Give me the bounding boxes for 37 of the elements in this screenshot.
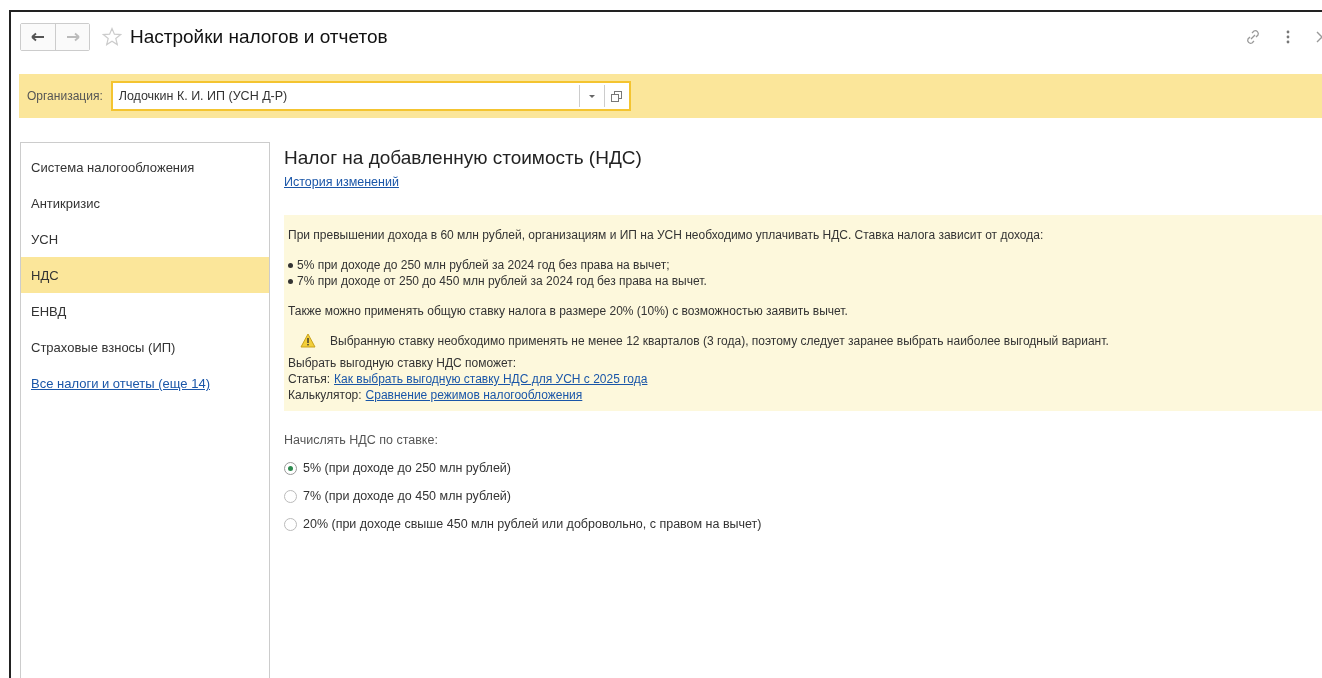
back-arrow-icon[interactable] [31, 32, 45, 42]
star-icon[interactable] [102, 27, 122, 47]
history-link[interactable]: История изменений [284, 175, 399, 189]
link-label: Калькулятор: [288, 387, 362, 403]
back-button[interactable] [21, 24, 55, 50]
radio-option[interactable]: 5% (при доходе до 250 млн рублей) [284, 461, 1322, 475]
rate-label: Начислять НДС по ставке: [284, 433, 439, 447]
bullet-text: 7% при доходе от 250 до 450 млн рублей за 2024 год без права на вычет. [297, 273, 707, 289]
field-label: Организация: [27, 89, 103, 103]
open-icon[interactable] [611, 90, 623, 102]
organization-field[interactable]: Лодочкин К. И. ИП (УСН Д-Р) [110, 81, 631, 111]
dropdown-icon[interactable] [587, 93, 596, 99]
more-icon[interactable] [1286, 30, 1290, 44]
bullet-icon [288, 262, 293, 268]
bullet-text: 5% при доходе до 250 млн рублей за 2024 год без права на вычет; [297, 257, 670, 273]
warning-icon [300, 333, 316, 348]
link-icon[interactable] [1244, 28, 1262, 46]
section-title: Налог на добавленную стоимость (НДС) [284, 147, 643, 169]
window-title: Настройки налогов и отчетов [130, 26, 388, 48]
article-link[interactable]: Как выбрать выгодную ставку НДС для УСН с 2025 года [334, 371, 648, 387]
sidebar-item[interactable]: ЕНВД [21, 293, 269, 329]
radio-option[interactable]: 7% (при доходе до 450 млн рублей) [284, 489, 1322, 503]
bullet-icon [288, 278, 293, 284]
article-link[interactable]: Сравнение режимов налогообложения [365, 387, 583, 403]
warning-text: Выбранную ставку необходимо применять не менее 12 кварталов (3 года), поэтому следует заранее выбрать наиболее выгодный вариант. [330, 333, 1110, 349]
all-taxes-link[interactable]: Все налоги и отчеты (еще 14) [31, 375, 210, 391]
info-text: Также можно применять общую ставку налога в размере 20% (10%) с возможностью заявить вычет. [288, 303, 849, 319]
info-text: При превышении дохода в 60 млн рублей, организациям и ИП на УСН необходимо уплачивать НДС. Ставка налога зависит от дохода: [288, 227, 1045, 243]
sidebar-item[interactable]: НДС [21, 257, 269, 293]
link-label: Статья: [288, 371, 331, 387]
radio-option[interactable]: 20% (при доходе свыше 450 млн рублей или добровольно, с правом на вычет) [284, 517, 1322, 531]
forward-arrow-icon[interactable] [65, 32, 80, 42]
help-text: Выбрать выгодную ставку НДС поможет: [288, 355, 518, 371]
sidebar-item[interactable]: Антикризис [21, 185, 269, 221]
sidebar-item[interactable]: Система налогообложения [21, 149, 269, 185]
sidebar-item[interactable]: УСН [21, 221, 269, 257]
sidebar-item[interactable]: Страховые взносы (ИП) [21, 329, 269, 365]
